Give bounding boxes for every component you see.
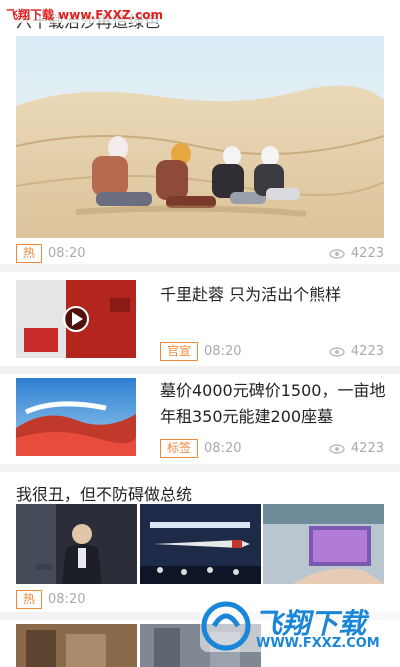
article-meta-2: 标签 08:20: [160, 439, 241, 458]
article-image-desert[interactable]: [16, 36, 384, 238]
article-thumbnail[interactable]: [16, 378, 136, 456]
watermark-top: 飞翔下载 www.FXXZ.com: [4, 6, 166, 23]
eye-icon: [329, 248, 345, 259]
article-title[interactable]: 墓价4000元碑价1500，一亩地年租350元能建200座墓: [160, 378, 388, 430]
next-article-image[interactable]: [16, 624, 137, 667]
divider: [0, 264, 400, 272]
view-count: 4223: [350, 246, 384, 261]
watermark-logo: 飞翔下载 WWW.FXXZ.COM: [200, 596, 400, 656]
article-meta-3: 热 08:20: [16, 590, 85, 609]
tag-badge: 热: [16, 244, 43, 263]
tag-badge: 热: [16, 590, 43, 609]
eye-icon: [329, 443, 345, 454]
article-image-3[interactable]: [263, 504, 384, 584]
view-count-2: 4223: [329, 441, 384, 456]
eye-icon: [329, 346, 345, 357]
video-thumbnail[interactable]: [16, 280, 136, 358]
article-title[interactable]: 我很丑，但不防碍做总统: [16, 481, 192, 505]
view-count-0: 4223: [329, 246, 384, 261]
article-meta-1: 官宣 08:20: [160, 342, 241, 361]
article-image-1[interactable]: [16, 504, 137, 584]
article-image-2[interactable]: [140, 504, 261, 584]
publish-time: 08:20: [48, 246, 86, 261]
watermark-url: WWW.FXXZ.COM: [256, 636, 380, 651]
article-meta-0: 热 08:20: [16, 244, 85, 263]
news-feed: 六十载治沙再造绿色 飞翔下载 www.FXXZ.com: [0, 0, 400, 667]
tag-badge: 标签: [160, 439, 199, 458]
divider: [0, 464, 400, 472]
article-title[interactable]: 千里赴蓉 只为活出个熊样: [160, 282, 388, 308]
publish-time: 08:20: [204, 441, 242, 456]
publish-time: 08:20: [48, 592, 86, 607]
divider: [0, 366, 400, 374]
publish-time: 08:20: [204, 344, 242, 359]
tag-badge: 官宣: [160, 342, 199, 361]
view-count-1: 4223: [329, 344, 384, 359]
view-count: 4223: [350, 344, 384, 359]
view-count: 4223: [350, 441, 384, 456]
